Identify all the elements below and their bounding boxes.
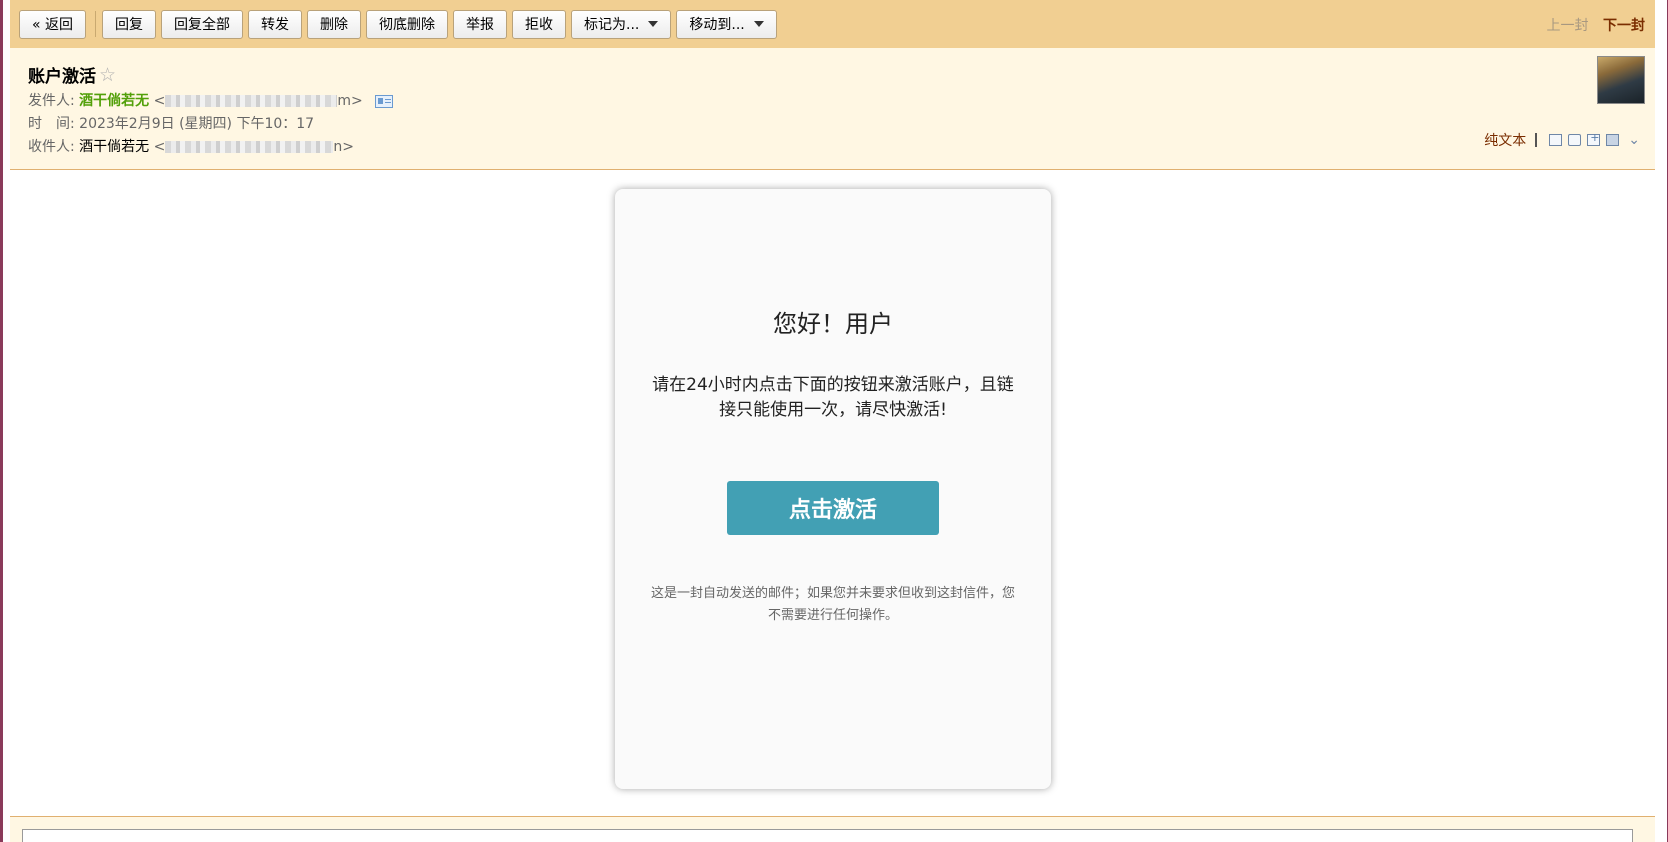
mark-as-dropdown[interactable]: 标记为... bbox=[571, 9, 672, 39]
recipient-address-close: n> bbox=[333, 139, 354, 155]
email-body-card: 您好！用户 请在24小时内点击下面的按钮来激活账户，且链接只能使用一次，请尽快激… bbox=[615, 189, 1051, 789]
new-window-icon[interactable] bbox=[1549, 134, 1563, 146]
recipient-address-open: < bbox=[153, 139, 166, 155]
mail-pager: 上一封 下一封 bbox=[1547, 15, 1645, 35]
star-icon[interactable]: ☆ bbox=[99, 64, 116, 86]
tools-divider bbox=[1535, 133, 1538, 147]
reject-button[interactable]: 拒收 bbox=[512, 9, 567, 39]
note-icon[interactable] bbox=[1568, 134, 1582, 146]
download-icon[interactable] bbox=[1587, 131, 1601, 146]
mail-header: 账户激活 ☆ 发件人: 酒干倘若无 < m> 时 间: 2023年2月9日 (星期… bbox=[10, 48, 1655, 170]
window-edge bbox=[0, 0, 3, 842]
sender-address-close: m> bbox=[337, 93, 363, 109]
sender-avatar bbox=[1597, 56, 1645, 104]
print-icon[interactable] bbox=[1606, 134, 1620, 146]
forward-button[interactable]: 转发 bbox=[248, 9, 303, 39]
time-value: 2023年2月9日 (星期四) 下午10：17 bbox=[79, 116, 315, 132]
back-button[interactable]: « 返回 bbox=[19, 9, 87, 39]
activation-message: 请在24小时内点击下面的按钮来激活账户，且链接只能使用一次，请尽快激活! bbox=[652, 375, 1014, 420]
to-label: 收件人: bbox=[28, 139, 75, 155]
recipient-address-redacted bbox=[165, 141, 334, 153]
mail-subject: 账户激活 ☆ bbox=[28, 62, 116, 88]
quick-reply-input[interactable] bbox=[22, 829, 1633, 842]
from-label: 发件人: bbox=[28, 93, 75, 109]
time-label: 时 间: bbox=[28, 116, 75, 132]
auto-mail-note: 这是一封自动发送的邮件；如果您并未要求但收到这封信件，您不需要进行任何操作。 bbox=[650, 586, 1015, 623]
time-row: 时 间: 2023年2月9日 (星期四) 下午10：17 bbox=[28, 113, 314, 133]
subject-text: 账户激活 bbox=[28, 67, 96, 87]
mark-as-label: 标记为... bbox=[584, 17, 640, 33]
contact-card-icon[interactable] bbox=[375, 94, 394, 108]
sender-address-redacted bbox=[165, 95, 338, 107]
prev-mail-link[interactable]: 上一封 bbox=[1547, 18, 1589, 34]
sender-name[interactable]: 酒干倘若无 bbox=[79, 93, 149, 109]
delete-button[interactable]: 删除 bbox=[307, 9, 362, 39]
from-row: 发件人: 酒干倘若无 < m> bbox=[28, 90, 394, 110]
caret-down-icon bbox=[648, 21, 659, 27]
chevron-down-icon[interactable]: ⌄ bbox=[1628, 132, 1640, 148]
report-button[interactable]: 举报 bbox=[453, 9, 508, 39]
toolbar-separator bbox=[95, 11, 97, 37]
reply-button[interactable]: 回复 bbox=[102, 9, 157, 39]
reply-all-button[interactable]: 回复全部 bbox=[161, 9, 244, 39]
plain-text-link[interactable]: 纯文本 bbox=[1484, 130, 1526, 150]
sender-address-open: < bbox=[153, 93, 166, 109]
move-to-label: 移动到... bbox=[689, 17, 745, 33]
next-mail-link[interactable]: 下一封 bbox=[1603, 18, 1645, 34]
greeting-heading: 您好！用户 bbox=[773, 310, 893, 338]
permanent-delete-button[interactable]: 彻底删除 bbox=[366, 9, 449, 39]
mail-toolbar: « 返回 回复 回复全部 转发 删除 彻底删除 举报 拒收 标记为... 移动到… bbox=[10, 0, 1655, 48]
move-to-dropdown[interactable]: 移动到... bbox=[676, 9, 777, 39]
caret-down-icon bbox=[753, 21, 764, 27]
to-row: 收件人: 酒干倘若无 < n> bbox=[28, 136, 354, 156]
recipient-name[interactable]: 酒干倘若无 bbox=[79, 139, 149, 155]
mail-view-tools: 纯文本 ⌄ bbox=[1484, 130, 1640, 150]
activate-button[interactable]: 点击激活 bbox=[727, 481, 939, 535]
